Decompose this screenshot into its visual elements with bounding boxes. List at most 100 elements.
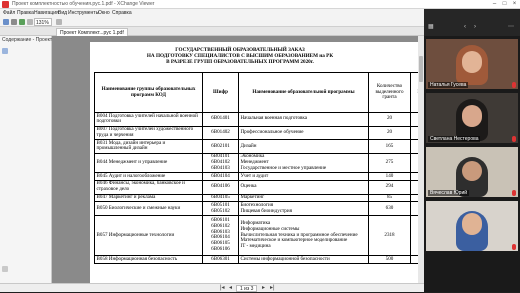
- cell-program: Учет и аудит: [238, 172, 369, 181]
- document-tab-bar: Проект Комплект...рус 1.pdf: [0, 27, 424, 36]
- cell-group: В045 Аудит и налогообложение: [94, 172, 203, 181]
- zoom-out-icon[interactable]: [27, 19, 33, 25]
- table-row: В050 Биологические и смежные науки 6В0510…: [94, 201, 424, 216]
- cell-code: 6В01402: [202, 125, 239, 141]
- cell-grant-count: 140: [368, 172, 411, 181]
- muted-mic-icon: [512, 190, 516, 196]
- cell-group: В031 Мода, дизайн интерьера и промышленн…: [94, 139, 203, 154]
- bookmark-icon[interactable]: [2, 48, 8, 54]
- table-header-row: Наименование группы образовательных прог…: [94, 72, 424, 113]
- cell-code: 6В04106: [202, 179, 239, 195]
- cell-grant-count: 630: [368, 201, 411, 216]
- app-logo-icon: [2, 1, 9, 8]
- document-viewport[interactable]: ГОСУДАРСТВЕННЫЙ ОБРАЗОВАТЕЛЬНЫЙ ЗАКАЗ НА…: [52, 36, 424, 283]
- participant-face: [462, 161, 482, 181]
- participant-face: [462, 213, 482, 235]
- cell-code: 6В05101 6В05102: [202, 201, 239, 216]
- participant-name: Светлана Нестерова: [428, 136, 481, 142]
- menu-edit[interactable]: Правка: [17, 9, 34, 17]
- cell-code: 6В02101: [202, 139, 239, 154]
- video-call-panel: ▦ ‹ › ⋯ Наталья Гусева Светлана Нестеров…: [424, 9, 520, 292]
- grant-table: Наименование группы образовательных прог…: [94, 72, 424, 264]
- cell-group: В004 Подготовка учителей начальной военн…: [94, 112, 203, 127]
- page-number-field[interactable]: 1 из 3: [236, 285, 258, 292]
- cell-group: В046 Финансы, экономика, банковское и ст…: [94, 179, 203, 195]
- prev-participants-icon[interactable]: ‹: [464, 23, 466, 31]
- participant-tile[interactable]: Светлана Нестерова: [426, 93, 518, 143]
- participant-tile[interactable]: [426, 201, 518, 251]
- cell-grant-count: 165: [368, 139, 411, 154]
- menu-navigation[interactable]: Навигация: [34, 9, 59, 17]
- cell-program: Информатика Информационные системы Вычис…: [238, 214, 369, 256]
- cell-group: В044 Менеджмент и управление: [94, 152, 203, 174]
- participant-tile[interactable]: Вячеслав Юрий: [426, 147, 518, 197]
- cell-program: Системы информационной безопасности: [238, 254, 369, 264]
- status-bar: |◂ ◂ 1 из 3 ▸ ▸|: [0, 283, 424, 292]
- cell-code: 6В04101 6В04102 6В04103: [202, 152, 239, 174]
- cell-code: 6В06301: [202, 254, 239, 264]
- menu-view[interactable]: Вид: [58, 9, 67, 17]
- window-title: Проект комплектностью обучения.рус.1.pdf…: [12, 1, 155, 7]
- next-participants-icon[interactable]: ›: [474, 23, 476, 31]
- hand-tool-icon[interactable]: [19, 19, 25, 25]
- table-row: В044 Менеджмент и управление 6В04101 6В04…: [94, 152, 424, 174]
- cell-group: В007 Подготовка учителей художественного…: [94, 125, 203, 141]
- muted-mic-icon: [512, 82, 516, 88]
- cell-group: В058 Информационная безопасность: [94, 254, 203, 264]
- minimize-icon[interactable]: –: [490, 0, 499, 9]
- zoom-level-field[interactable]: 131%: [34, 18, 52, 26]
- cell-group: В050 Биологические и смежные науки: [94, 201, 203, 216]
- participant-tile[interactable]: Наталья Гусева: [426, 39, 518, 89]
- cell-program: Биотехнология Пищевая биоиндустрия: [238, 201, 369, 216]
- menu-help[interactable]: Справка: [112, 9, 132, 17]
- cell-grant-count: 275: [368, 152, 411, 174]
- table-row: В045 Аудит и налогообложение 6В04104 Учет …: [94, 172, 424, 181]
- maximize-icon[interactable]: □: [500, 0, 509, 9]
- cell-grant-count: 20: [368, 125, 411, 141]
- cell-code: 6В06101 6В06102 6В06103 6В06104 6В06105 …: [202, 214, 239, 256]
- menu-bar: Файл Правка Навигация Вид Инструменты Ок…: [0, 9, 424, 17]
- thumbnails-icon[interactable]: [2, 266, 8, 272]
- participant-name: Вячеслав Юрий: [428, 190, 470, 196]
- zoom-in-icon[interactable]: [56, 19, 62, 25]
- cell-grant-count: 20: [368, 112, 411, 127]
- cell-program: Дизайн: [238, 139, 369, 154]
- cell-group: В057 Информационные технологии: [94, 214, 203, 256]
- tab-document[interactable]: Проект Комплект...рус 1.pdf: [56, 28, 128, 36]
- header-code: Шифр: [202, 72, 239, 113]
- cell-group: В047 Маркетинг и реклама: [94, 193, 203, 203]
- participant-face: [462, 105, 482, 127]
- participant-name: Наталья Гусева: [428, 82, 469, 88]
- menu-tools[interactable]: Инструменты: [68, 9, 99, 17]
- bookmarks-sidebar: Содержание - Проект К...: [0, 36, 61, 283]
- table-row: В058 Информационная безопасность 6В06301 С…: [94, 254, 424, 264]
- cell-program: Маркетинг: [238, 193, 369, 203]
- cell-code: 6В01401: [202, 112, 239, 127]
- call-controls-bar: ▦ ‹ › ⋯: [424, 9, 520, 36]
- table-row: В046 Финансы, экономика, банковское и ст…: [94, 179, 424, 195]
- menu-file[interactable]: Файл: [3, 9, 15, 17]
- cell-grant-count: 500: [368, 254, 411, 264]
- table-row: В031 Мода, дизайн интерьера и промышленн…: [94, 139, 424, 154]
- cell-program: Оценка: [238, 179, 369, 195]
- layout-icon[interactable]: ▦: [428, 23, 434, 31]
- muted-mic-icon: [512, 136, 516, 142]
- table-row: В004 Подготовка учителей начальной военн…: [94, 112, 424, 127]
- more-icon[interactable]: ⋯: [508, 23, 514, 31]
- cell-program: Экономика Менеджмент Государственное и м…: [238, 152, 369, 174]
- title-bar: Проект комплектностью обучения.рус.1.pdf…: [0, 0, 520, 9]
- print-icon[interactable]: [11, 19, 17, 25]
- header-program: Наименование образовательной программы: [238, 72, 369, 113]
- cell-grant-count: 294: [368, 179, 411, 195]
- muted-mic-icon: [512, 244, 516, 250]
- scrollbar-thumb[interactable]: [419, 56, 423, 82]
- close-icon[interactable]: ×: [510, 0, 519, 9]
- menu-window[interactable]: Окно: [98, 9, 110, 17]
- app-root: Проект комплектностью обучения.рус.1.pdf…: [0, 0, 520, 292]
- cell-grant-count: 2318: [368, 214, 411, 256]
- cell-program: Начальная военная подготовка: [238, 112, 369, 127]
- pdf-page: ГОСУДАРСТВЕННЫЙ ОБРАЗОВАТЕЛЬНЫЙ ЗАКАЗ НА…: [90, 42, 424, 283]
- table-row: В047 Маркетинг и реклама 6В04105 Маркетинг…: [94, 193, 424, 203]
- open-icon[interactable]: [3, 19, 9, 25]
- cell-grant-count: 85: [368, 193, 411, 203]
